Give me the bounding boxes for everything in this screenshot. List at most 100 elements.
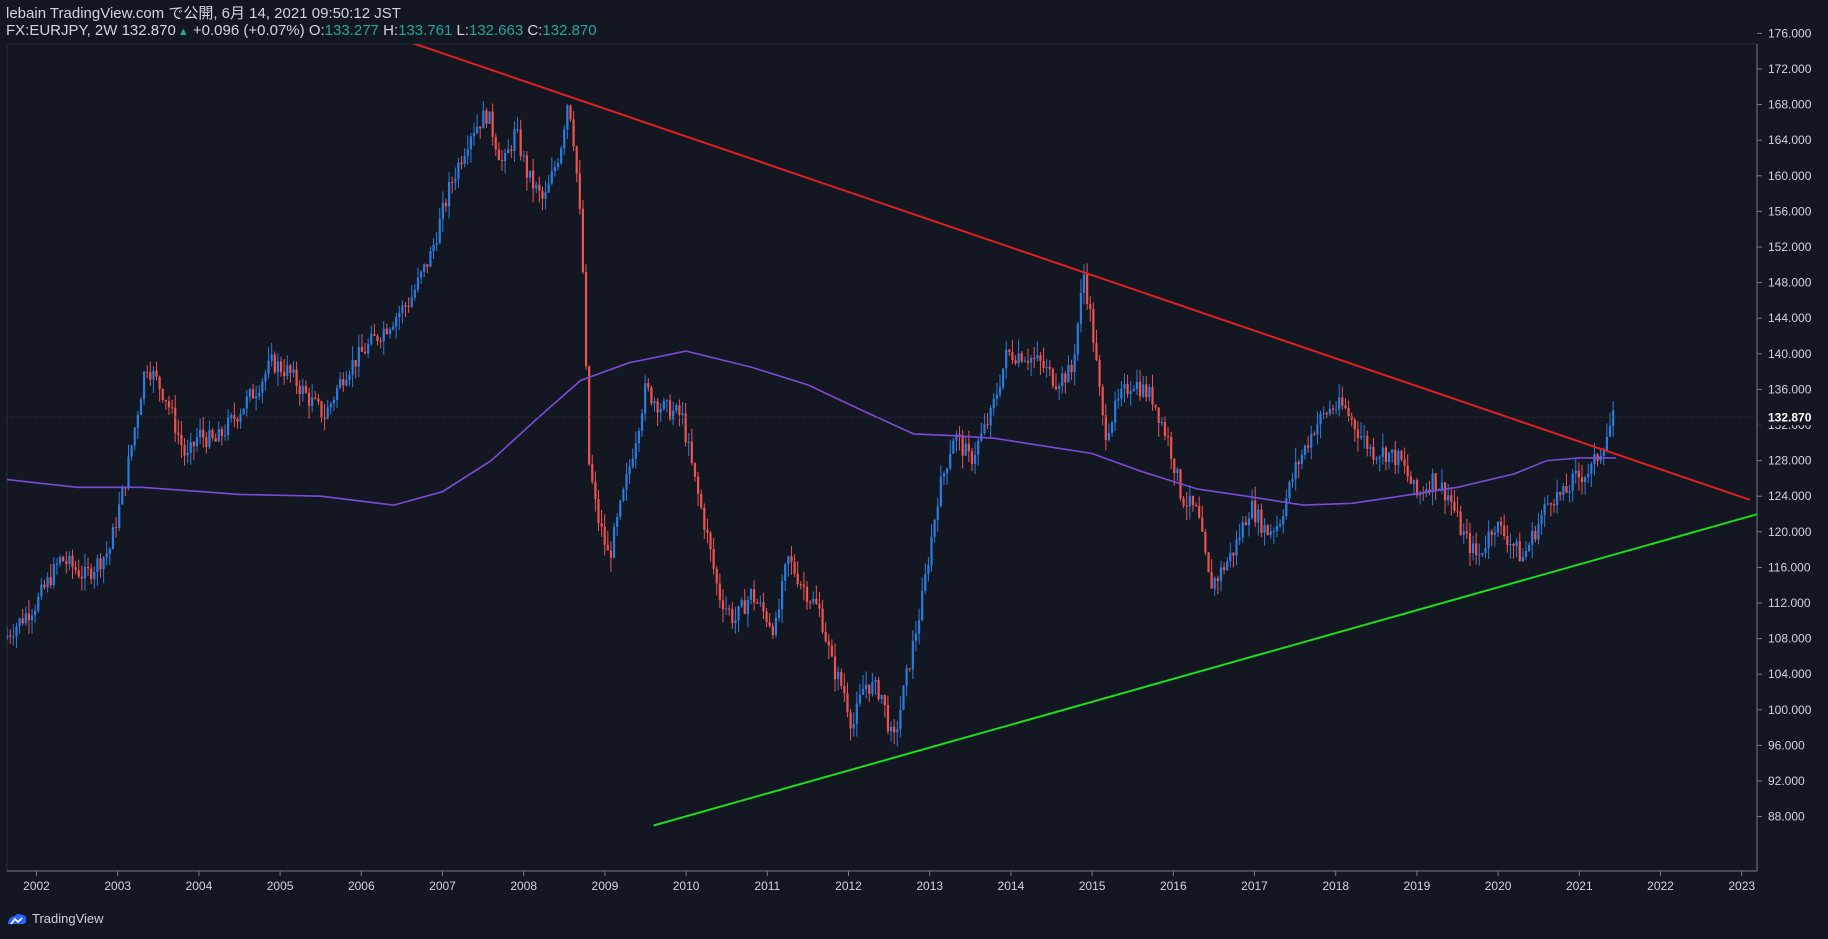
candle-body (936, 506, 939, 520)
candle-body (24, 613, 27, 624)
candle-body (1434, 473, 1437, 490)
candle-body (1098, 359, 1101, 387)
candle-body (345, 379, 348, 386)
candle-body (86, 566, 90, 569)
candle-body (357, 346, 360, 367)
candle-body (227, 417, 230, 436)
candle-body (781, 580, 784, 610)
candle-body (1397, 451, 1400, 466)
candle-body (1447, 495, 1450, 501)
candle-body (1450, 495, 1453, 502)
candle-body (500, 160, 504, 162)
candle-body (1363, 436, 1366, 438)
candle-body (535, 184, 538, 189)
candle-body (373, 334, 376, 336)
candle-body (1194, 505, 1198, 507)
candle-body (942, 473, 946, 477)
candle-body (724, 608, 728, 610)
x-tick-label: 2015 (1079, 879, 1106, 893)
candle-body (21, 618, 24, 624)
candle-body (189, 442, 192, 453)
candle-body (335, 387, 339, 400)
candle-body (1394, 449, 1397, 466)
candle-body (146, 371, 149, 373)
candle-body (728, 608, 731, 610)
candle-body (1282, 516, 1285, 525)
candle-body (665, 400, 669, 402)
candle-body (703, 507, 706, 530)
candle-body (588, 366, 591, 465)
candle-body (199, 429, 202, 438)
candle-body (382, 328, 385, 342)
resistance-trendline[interactable] (280, 0, 1751, 501)
candle-body (731, 609, 734, 624)
candle-body (1338, 397, 1341, 410)
candle-body (1042, 360, 1045, 368)
candle-body (1490, 531, 1493, 535)
candle-body (1512, 543, 1515, 546)
candle-body (507, 149, 510, 154)
candle-body (258, 392, 261, 397)
candle-body (242, 408, 245, 415)
price-chart[interactable]: 176.000 172.000 168.000 164.000 160.000 156.0… (0, 0, 1828, 939)
candle-body (1316, 424, 1319, 435)
candle-body (572, 119, 575, 147)
candle-body (469, 136, 472, 150)
candle-body (43, 584, 46, 588)
candle-body (805, 586, 809, 603)
candle-body (833, 656, 837, 680)
candle-body (899, 709, 902, 730)
moving-average-line[interactable] (0, 350, 1616, 506)
candle-body (1307, 445, 1310, 448)
candle-body (575, 146, 578, 174)
candle-body (307, 392, 311, 406)
candles (7, 101, 1615, 747)
candle-body (208, 430, 211, 447)
candle-body (1605, 436, 1609, 451)
candle-body (544, 192, 547, 199)
candle-body (167, 401, 171, 408)
candle-body (1235, 539, 1238, 556)
candle-body (1387, 452, 1391, 462)
candle-body (812, 598, 815, 603)
candle-body (1391, 449, 1394, 453)
candle-body (155, 370, 158, 377)
candle-body (170, 407, 174, 409)
candle-body (1166, 435, 1170, 437)
candle-body (1247, 518, 1251, 526)
price-axis[interactable]: 176.000 172.000 168.000 164.000 160.000 156.0… (1757, 26, 1828, 824)
candle-body (1310, 433, 1313, 448)
x-tick-label: 2019 (1404, 879, 1431, 893)
candle-body (80, 576, 83, 579)
candle-body (933, 519, 936, 537)
candle-body (230, 415, 233, 418)
candle-body (223, 435, 227, 437)
candle-body (248, 389, 251, 397)
candle-body (815, 598, 818, 604)
support-trendline[interactable] (653, 513, 1758, 827)
footer-brand[interactable]: TradingView (6, 911, 104, 926)
candle-body (1017, 353, 1020, 364)
candle-body (693, 462, 697, 477)
candle-body (311, 397, 314, 406)
candle-body (1070, 364, 1073, 373)
candle-body (1067, 364, 1070, 383)
y-tick-label: 112.000 (1768, 596, 1811, 610)
candle-body (1104, 415, 1107, 441)
candle-body (1092, 309, 1095, 344)
candle-body (1540, 514, 1543, 524)
candle-body (1207, 552, 1210, 572)
candle-body (1148, 386, 1151, 398)
candle-body (905, 668, 908, 686)
time-axis[interactable]: 2002 2003 2004 2005 2006 2007 2008 2009 2010 2011… (23, 871, 1755, 893)
candle-body (301, 386, 304, 395)
candle-body (1250, 500, 1254, 519)
candle-body (220, 429, 223, 437)
candle-body (1531, 530, 1534, 545)
candle-body (479, 126, 482, 129)
candle-body (715, 568, 718, 584)
candle-body (320, 401, 323, 418)
candle-body (952, 440, 955, 454)
candle-body (1054, 385, 1058, 390)
candle-body (1132, 389, 1135, 392)
